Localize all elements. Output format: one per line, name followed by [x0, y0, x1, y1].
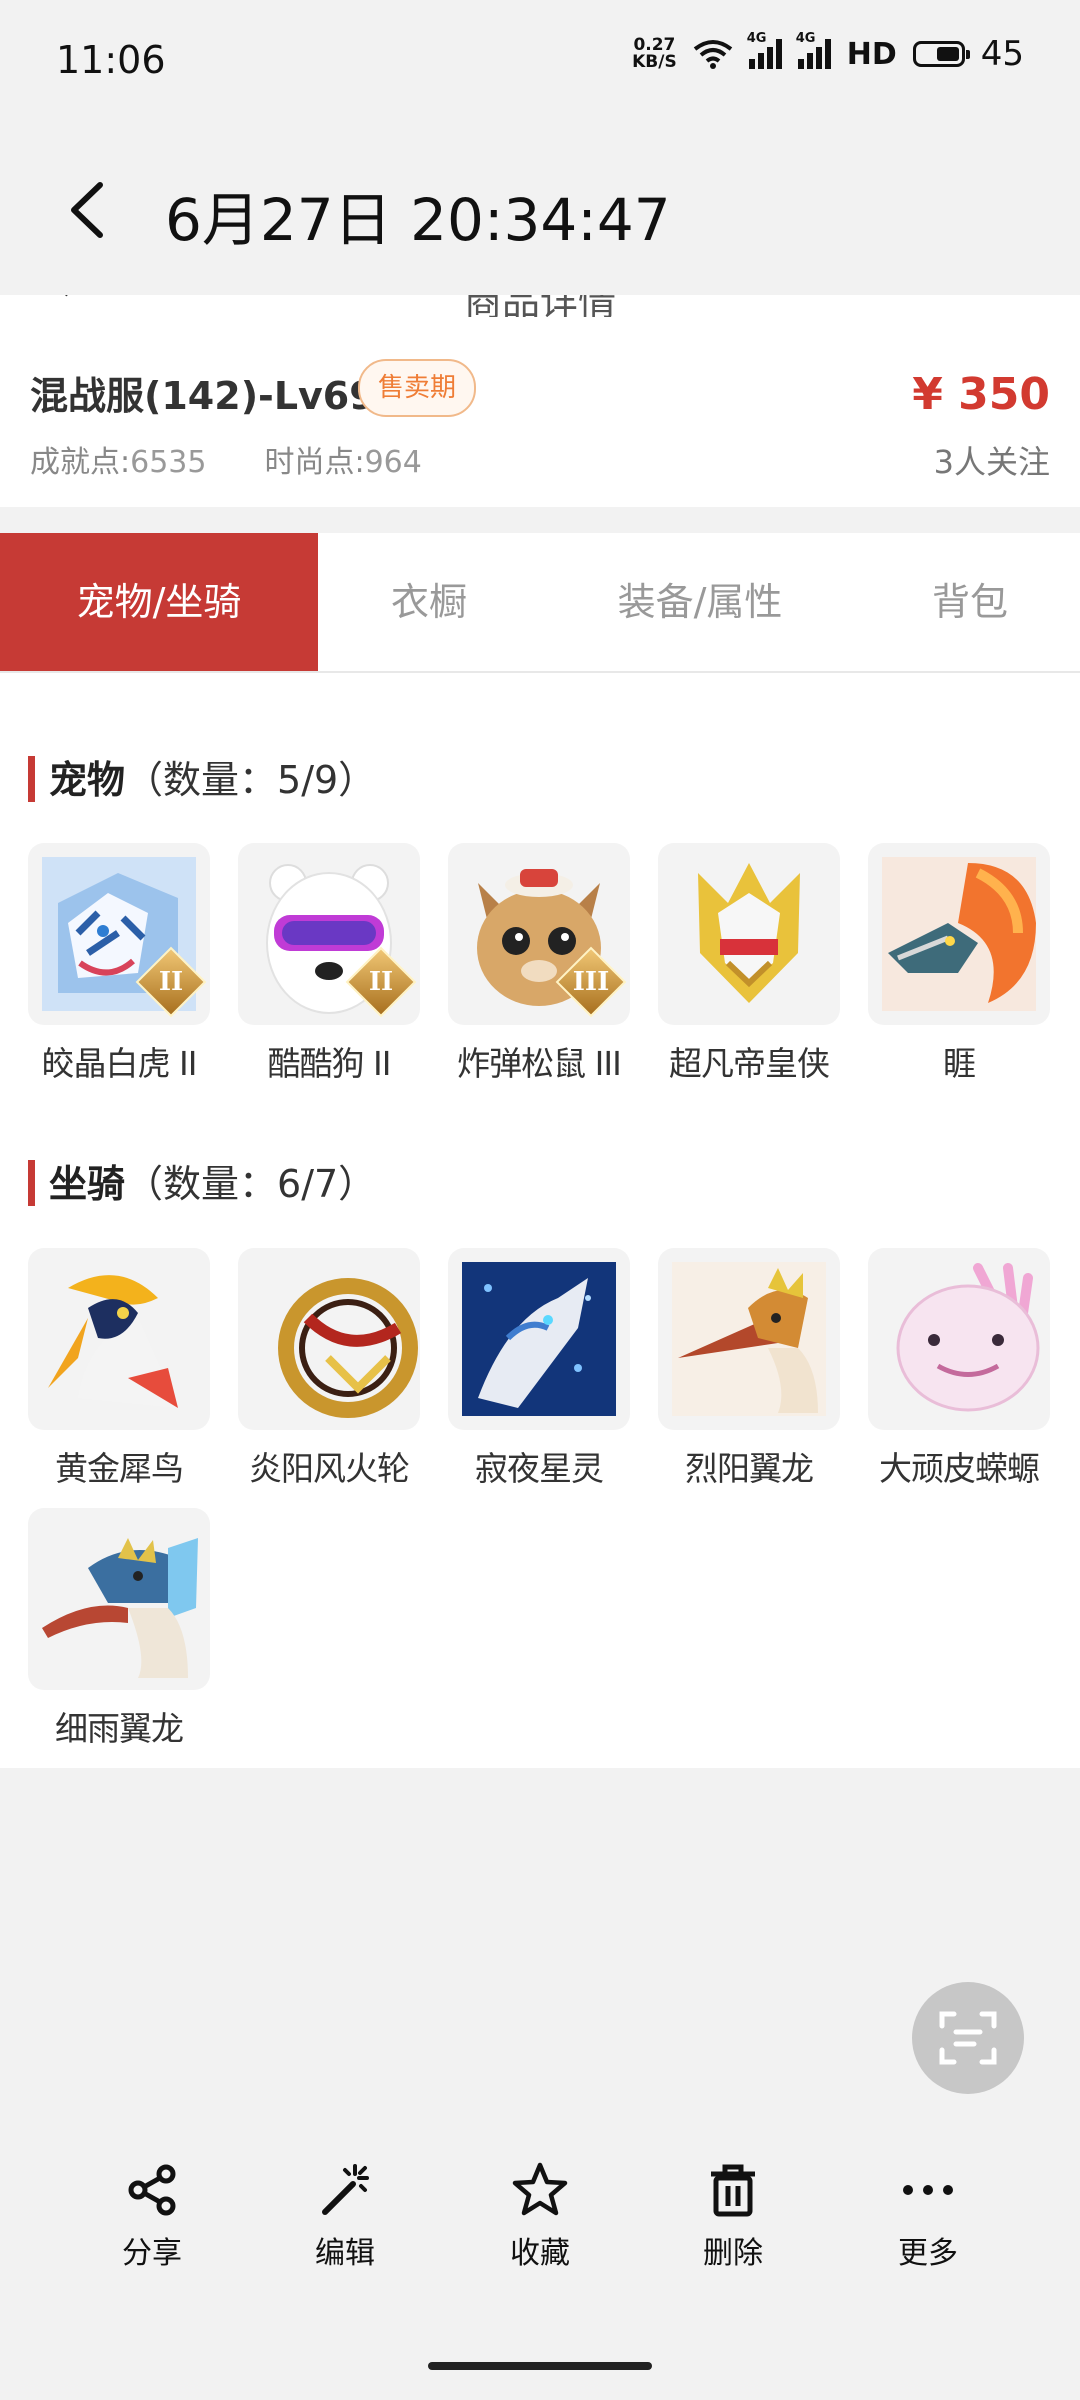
- product-price: ¥ 350: [912, 369, 1050, 420]
- status-badge: 售卖期: [358, 359, 477, 417]
- mount-name: 寂夜星灵: [475, 1449, 604, 1488]
- share-icon: [128, 2164, 176, 2216]
- tab-pets-mounts[interactable]: 宠物/坐骑: [0, 533, 318, 671]
- white-tiger-icon: II: [28, 843, 210, 1025]
- favorite-label: 收藏: [510, 2236, 570, 2271]
- fire-wheel-icon: [238, 1248, 420, 1430]
- fashion-value: 964: [364, 445, 422, 480]
- share-label: 分享: [122, 2236, 182, 2271]
- pets-section-header: 宠物（数量：5/9）: [28, 749, 376, 806]
- axolotl-icon: [868, 1248, 1050, 1430]
- more-label: 更多: [898, 2236, 958, 2271]
- edit-button[interactable]: 编辑: [285, 2160, 405, 2272]
- mount-card[interactable]: 大顽皮蝾螈: [868, 1248, 1050, 1490]
- emperor-knight-icon: [658, 843, 840, 1025]
- edit-label: 编辑: [315, 2236, 375, 2271]
- mount-card[interactable]: 黄金犀鸟: [28, 1248, 210, 1490]
- cool-dog-icon: II: [238, 843, 420, 1025]
- tab-backpack[interactable]: 背包: [860, 533, 1080, 671]
- star-icon: [512, 2162, 568, 2216]
- mounts-section-header: 坐骑（数量：6/7）: [28, 1153, 376, 1210]
- pet-card[interactable]: 超凡帝皇侠: [658, 843, 840, 1085]
- mounts-count: （数量：6/7）: [125, 1162, 377, 1206]
- pet-name: 炸弹松鼠 III: [457, 1044, 622, 1083]
- mount-name: 烈阳翼龙: [685, 1449, 814, 1488]
- tab-equipment[interactable]: 装备/属性: [560, 533, 840, 671]
- bomb-squirrel-icon: III: [448, 843, 630, 1025]
- share-button[interactable]: 分享: [92, 2160, 212, 2272]
- delete-button[interactable]: 删除: [673, 2160, 793, 2272]
- share-box-icon: [1000, 295, 1040, 311]
- signal-icon: 4G: [796, 31, 831, 69]
- tab-wardrobe[interactable]: 衣橱: [318, 533, 540, 671]
- fashion-label: 时尚点:: [264, 445, 365, 480]
- wifi-icon: [693, 40, 732, 69]
- golden-hornbill-icon: [28, 1248, 210, 1430]
- mount-name: 黄金犀鸟: [55, 1449, 184, 1488]
- mount-name: 大顽皮蝾螈: [879, 1449, 1040, 1488]
- chevron-left-icon: [71, 182, 103, 238]
- status-time: 11:06: [56, 38, 166, 82]
- hidden-page-title: 商品详情: [463, 295, 616, 317]
- mounts-title: 坐骑: [49, 1162, 126, 1206]
- sun-pterosaur-icon: [658, 1248, 840, 1430]
- hd-indicator: HD: [846, 36, 897, 72]
- home-indicator[interactable]: [428, 2362, 652, 2370]
- chevron-left-icon: [65, 295, 68, 297]
- pets-title: 宠物: [49, 758, 126, 802]
- product-info: 混战服(142)-Lv69 售卖期 ¥ 350 成就点:6535 时尚点:964 …: [0, 317, 1080, 507]
- scan-text-button[interactable]: [912, 1982, 1024, 2094]
- mount-name: 炎阳风火轮: [249, 1449, 410, 1488]
- pet-name: 睚: [943, 1044, 976, 1083]
- signal-icon: 4G: [747, 31, 782, 69]
- achievement-label: 成就点:: [30, 445, 131, 480]
- status-icons: 0.27 KB/S 4G 4G HD 45: [632, 31, 1024, 74]
- trash-icon: [711, 2164, 755, 2217]
- dragon-head-icon: [868, 843, 1050, 1025]
- pet-name: 酷酷狗 II: [267, 1044, 392, 1083]
- network-speed: 0.27 KB/S: [632, 35, 677, 72]
- top-bar: 6月27日 20:34:47: [0, 125, 1080, 295]
- detail-tabs: 宠物/坐骑 衣橱 装备/属性 背包: [0, 533, 1080, 673]
- achievement-value: 6535: [130, 445, 207, 480]
- more-button[interactable]: 更多: [868, 2160, 988, 2272]
- favorite-button[interactable]: 收藏: [480, 2160, 600, 2272]
- section-marker: [28, 1159, 35, 1206]
- battery-icon: [912, 41, 970, 67]
- scan-icon: [939, 2011, 997, 2065]
- status-bar: 11:06 0.27 KB/S 4G 4G HD 45: [0, 0, 1080, 125]
- mount-card[interactable]: 炎阳风火轮: [238, 1248, 420, 1490]
- back-button[interactable]: [60, 175, 120, 245]
- mount-name: 细雨翼龙: [55, 1709, 184, 1748]
- product-stats: 成就点:6535 时尚点:964: [30, 437, 422, 481]
- pet-card[interactable]: II 皎晶白虎 II: [28, 843, 210, 1085]
- pet-card[interactable]: III 炸弹松鼠 III: [448, 843, 630, 1085]
- section-marker: [28, 755, 35, 802]
- product-name: 混战服(142)-Lv69: [30, 374, 376, 418]
- bottom-toolbar: 分享 编辑 收藏 删除 更多: [0, 2160, 1080, 2300]
- night-spirit-icon: [448, 1248, 630, 1430]
- delete-label: 删除: [703, 2236, 763, 2271]
- tab-content: 宠物（数量：5/9） II 皎晶白虎 II II 酷酷狗 II III 炸弹松鼠…: [0, 673, 1080, 1768]
- page-title: 6月27日 20:34:47: [165, 186, 671, 254]
- more-icon: [903, 2185, 953, 2195]
- pet-card[interactable]: II 酷酷狗 II: [238, 843, 420, 1085]
- mount-card[interactable]: 细雨翼龙: [28, 1508, 210, 1750]
- mount-card[interactable]: 烈阳翼龙: [658, 1248, 840, 1490]
- rain-pterosaur-icon: [28, 1508, 210, 1690]
- pet-card[interactable]: 睚: [868, 843, 1050, 1085]
- magic-wand-icon: [322, 2164, 369, 2215]
- pet-name: 超凡帝皇侠: [669, 1044, 830, 1083]
- follower-count: 3人关注: [933, 443, 1050, 481]
- mount-card[interactable]: 寂夜星灵: [448, 1248, 630, 1490]
- battery-level: 45: [980, 34, 1024, 74]
- hidden-page-header: 商品详情: [0, 295, 1080, 317]
- pet-name: 皎晶白虎 II: [41, 1044, 198, 1083]
- pets-count: （数量：5/9）: [125, 758, 377, 802]
